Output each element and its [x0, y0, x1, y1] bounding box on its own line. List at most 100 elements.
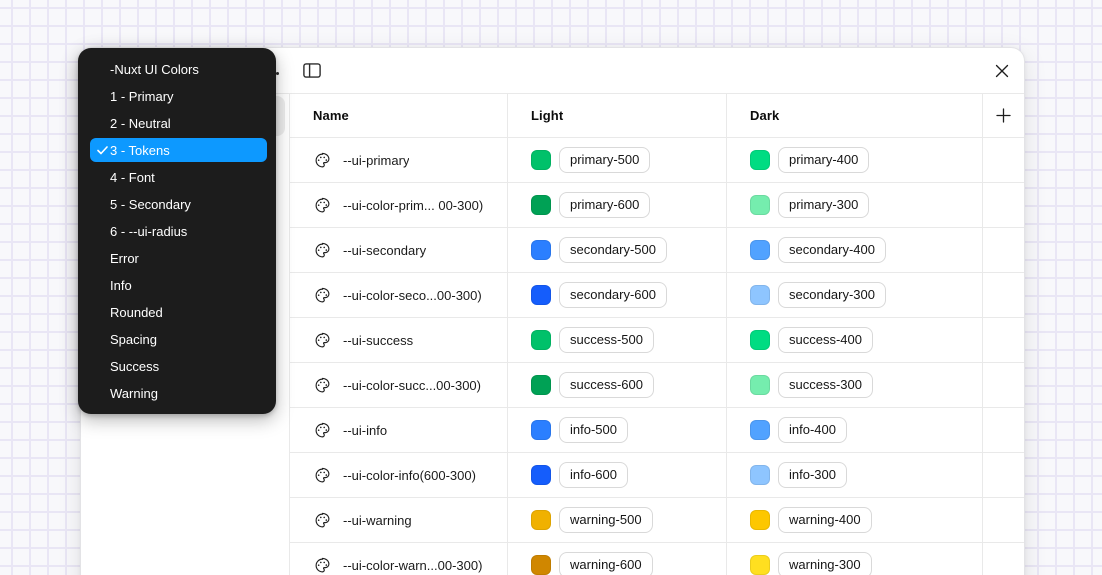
sidebar-toggle-button[interactable]: [299, 58, 325, 84]
alias-badge[interactable]: success-600: [559, 372, 654, 398]
palette-icon: [314, 512, 331, 529]
color-swatch[interactable]: [531, 420, 551, 440]
color-swatch[interactable]: [750, 150, 770, 170]
alias-badge[interactable]: secondary-600: [559, 282, 667, 308]
dark-value-cell[interactable]: warning-400: [726, 498, 982, 542]
alias-badge[interactable]: warning-400: [778, 507, 872, 533]
alias-badge[interactable]: primary-500: [559, 147, 650, 173]
add-mode-button[interactable]: [991, 103, 1017, 129]
menu-item[interactable]: Rounded: [78, 300, 276, 326]
close-button[interactable]: [989, 58, 1015, 84]
color-swatch[interactable]: [531, 465, 551, 485]
table-row[interactable]: --ui-primary primary-500 primary-400: [290, 138, 1024, 183]
color-swatch[interactable]: [531, 555, 551, 575]
alias-badge[interactable]: primary-300: [778, 192, 869, 218]
dark-value-cell[interactable]: success-300: [726, 363, 982, 407]
table-row[interactable]: --ui-info info-500 info-400: [290, 408, 1024, 453]
alias-badge[interactable]: info-300: [778, 462, 847, 488]
menu-item-label: 2 - Neutral: [110, 116, 171, 131]
light-value-cell[interactable]: secondary-600: [507, 273, 726, 317]
table-row[interactable]: --ui-color-prim... 00-300) primary-600 p…: [290, 183, 1024, 228]
menu-item[interactable]: Warning: [78, 381, 276, 407]
menu-item[interactable]: Success: [78, 354, 276, 380]
table-row[interactable]: --ui-color-info(600-300) info-600 info-3…: [290, 453, 1024, 498]
color-swatch[interactable]: [531, 510, 551, 530]
menu-item[interactable]: 6 - --ui-radius: [78, 219, 276, 245]
menu-item[interactable]: Error: [78, 246, 276, 272]
light-value-cell[interactable]: success-500: [507, 318, 726, 362]
alias-badge[interactable]: secondary-400: [778, 237, 886, 263]
color-swatch[interactable]: [750, 240, 770, 260]
variable-name-cell[interactable]: --ui-color-succ...00-300): [290, 363, 507, 407]
variable-name-cell[interactable]: --ui-color-prim... 00-300): [290, 183, 507, 227]
light-value-cell[interactable]: secondary-500: [507, 228, 726, 272]
color-swatch[interactable]: [531, 285, 551, 305]
dark-value-cell[interactable]: warning-300: [726, 543, 982, 575]
color-swatch[interactable]: [750, 465, 770, 485]
color-swatch[interactable]: [750, 195, 770, 215]
variable-name-cell[interactable]: --ui-success: [290, 318, 507, 362]
variable-name-cell[interactable]: --ui-color-warn...00-300): [290, 543, 507, 575]
alias-badge[interactable]: success-500: [559, 327, 654, 353]
color-swatch[interactable]: [750, 510, 770, 530]
color-swatch[interactable]: [750, 285, 770, 305]
menu-item[interactable]: Spacing: [78, 327, 276, 353]
light-value-cell[interactable]: primary-500: [507, 138, 726, 182]
light-value-cell[interactable]: warning-500: [507, 498, 726, 542]
alias-badge[interactable]: info-600: [559, 462, 628, 488]
alias-badge[interactable]: secondary-500: [559, 237, 667, 263]
alias-badge[interactable]: info-500: [559, 417, 628, 443]
light-value-cell[interactable]: info-500: [507, 408, 726, 452]
alias-badge[interactable]: warning-500: [559, 507, 653, 533]
menu-item[interactable]: Info: [78, 273, 276, 299]
alias-badge[interactable]: secondary-300: [778, 282, 886, 308]
color-swatch[interactable]: [750, 555, 770, 575]
color-swatch[interactable]: [750, 420, 770, 440]
color-swatch[interactable]: [531, 330, 551, 350]
light-value-cell[interactable]: warning-600: [507, 543, 726, 575]
color-swatch[interactable]: [750, 330, 770, 350]
color-swatch[interactable]: [531, 195, 551, 215]
alias-badge[interactable]: success-400: [778, 327, 873, 353]
menu-item[interactable]: 4 - Font: [78, 165, 276, 191]
table-row[interactable]: --ui-color-seco...00-300) secondary-600 …: [290, 273, 1024, 318]
table-row[interactable]: --ui-color-succ...00-300) success-600 su…: [290, 363, 1024, 408]
close-icon: [995, 64, 1009, 78]
color-swatch[interactable]: [750, 375, 770, 395]
variable-name-cell[interactable]: --ui-warning: [290, 498, 507, 542]
dark-value-cell[interactable]: primary-400: [726, 138, 982, 182]
color-swatch[interactable]: [531, 375, 551, 395]
variable-name-cell[interactable]: --ui-info: [290, 408, 507, 452]
alias-badge[interactable]: warning-300: [778, 552, 872, 575]
dark-value-cell[interactable]: info-300: [726, 453, 982, 497]
table-row[interactable]: --ui-success success-500 success-400: [290, 318, 1024, 363]
light-value-cell[interactable]: success-600: [507, 363, 726, 407]
variable-name-cell[interactable]: --ui-primary: [290, 138, 507, 182]
color-swatch[interactable]: [531, 150, 551, 170]
menu-item[interactable]: -Nuxt UI Colors: [78, 57, 276, 83]
table-row[interactable]: --ui-secondary secondary-500 secondary-4…: [290, 228, 1024, 273]
color-swatch[interactable]: [531, 240, 551, 260]
alias-badge[interactable]: success-300: [778, 372, 873, 398]
menu-item[interactable]: 5 - Secondary: [78, 192, 276, 218]
table-row[interactable]: --ui-color-warn...00-300) warning-600 wa…: [290, 543, 1024, 575]
dark-value-cell[interactable]: secondary-300: [726, 273, 982, 317]
dark-value-cell[interactable]: secondary-400: [726, 228, 982, 272]
menu-item[interactable]: 1 - Primary: [78, 84, 276, 110]
variable-name-cell[interactable]: --ui-color-info(600-300): [290, 453, 507, 497]
light-value-cell[interactable]: info-600: [507, 453, 726, 497]
dark-value-cell[interactable]: success-400: [726, 318, 982, 362]
dark-value-cell[interactable]: info-400: [726, 408, 982, 452]
alias-badge[interactable]: info-400: [778, 417, 847, 443]
menu-item[interactable]: 3 - Tokens: [78, 138, 276, 164]
alias-badge[interactable]: primary-400: [778, 147, 869, 173]
table-row[interactable]: --ui-warning warning-500 warning-400: [290, 498, 1024, 543]
alias-badge[interactable]: warning-600: [559, 552, 653, 575]
menu-item[interactable]: 2 - Neutral: [78, 111, 276, 137]
light-value-cell[interactable]: primary-600: [507, 183, 726, 227]
variable-name-cell[interactable]: --ui-color-seco...00-300): [290, 273, 507, 317]
variable-name-cell[interactable]: --ui-secondary: [290, 228, 507, 272]
dark-value-cell[interactable]: primary-300: [726, 183, 982, 227]
check-icon: [90, 335, 110, 344]
alias-badge[interactable]: primary-600: [559, 192, 650, 218]
